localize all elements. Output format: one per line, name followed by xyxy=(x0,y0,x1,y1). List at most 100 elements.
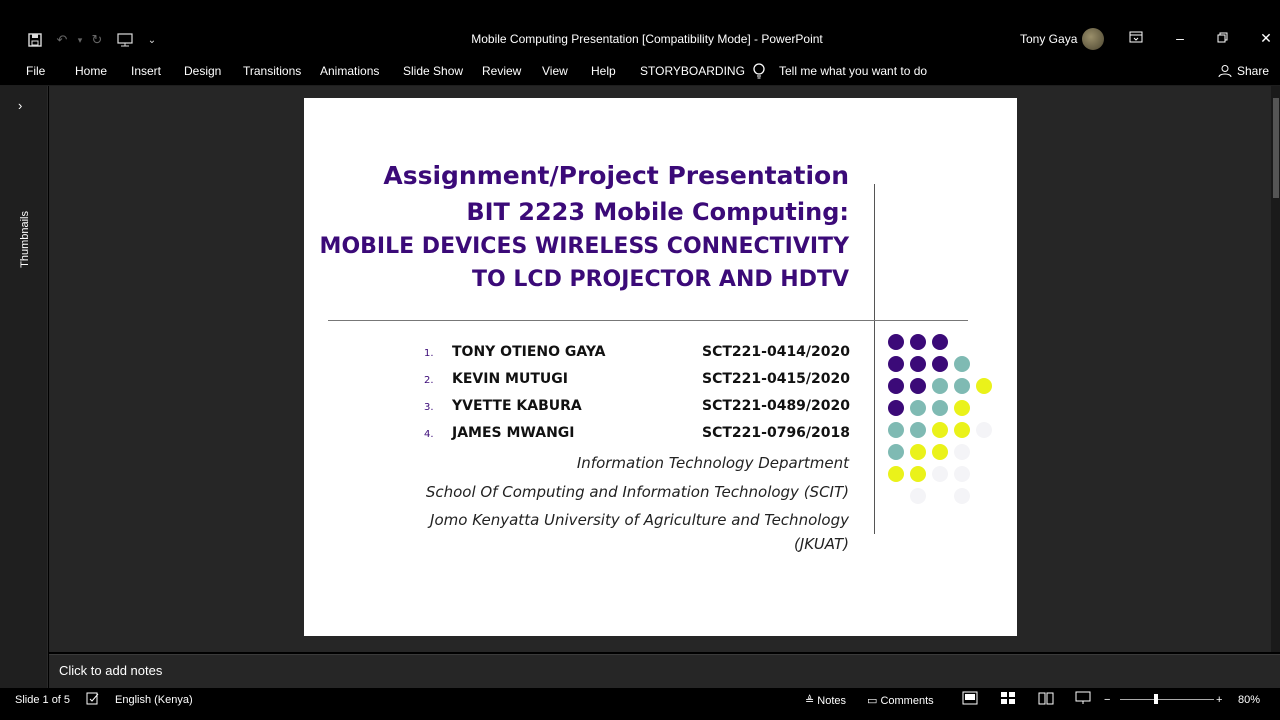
title-line-4: TO LCD PROJECTOR AND HDTV xyxy=(472,267,849,292)
tell-me-search[interactable]: Tell me what you want to do xyxy=(779,64,927,78)
slide-sorter-icon[interactable] xyxy=(1000,691,1016,708)
dot xyxy=(910,378,926,394)
zoom-in-icon[interactable]: + xyxy=(1216,694,1222,706)
dot xyxy=(932,356,948,372)
vertical-scrollbar[interactable] xyxy=(1271,86,1280,652)
tab-review[interactable]: Review xyxy=(482,64,521,78)
tab-transitions[interactable]: Transitions xyxy=(243,64,301,78)
slide-title[interactable]: Assignment/Project Presentation BIT 2223… xyxy=(320,158,849,296)
person-icon xyxy=(1218,65,1232,78)
member-row: 1. TONY OTIENO GAYA SCT221-0414/2020 xyxy=(424,344,850,368)
dot xyxy=(954,466,970,482)
language-indicator[interactable]: English (Kenya) xyxy=(115,694,193,706)
thumbnails-pane[interactable]: › Thumbnails xyxy=(0,86,48,688)
notes-icon: ≜ xyxy=(805,695,818,707)
ribbon-tabs: File Home Insert Design Transitions Anim… xyxy=(0,56,1280,86)
dot xyxy=(888,422,904,438)
comments-toggle[interactable]: ▭ Comments xyxy=(867,694,934,707)
notes-placeholder[interactable]: Click to add notes xyxy=(59,663,162,678)
member-row: 4. JAMES MWANGI SCT221-0796/2018 xyxy=(424,425,850,449)
notes-label: Notes xyxy=(817,695,847,707)
dot xyxy=(888,378,904,394)
dot xyxy=(976,422,992,438)
ribbon-display-icon[interactable] xyxy=(1126,30,1146,46)
chevron-right-icon[interactable]: › xyxy=(18,98,22,113)
tab-storyboarding[interactable]: STORYBOARDING xyxy=(640,64,745,78)
member-name: YVETTE KABURA xyxy=(452,398,582,414)
dot xyxy=(910,488,926,504)
school-text: School Of Computing and Information Tech… xyxy=(425,483,849,501)
member-name: TONY OTIENO GAYA xyxy=(452,344,606,360)
tab-design[interactable]: Design xyxy=(184,64,221,78)
share-button[interactable]: Share xyxy=(1218,64,1269,78)
dot xyxy=(932,466,948,482)
minimize-icon[interactable]: – xyxy=(1170,30,1190,46)
dot xyxy=(954,400,970,416)
normal-view-icon[interactable] xyxy=(962,691,978,708)
department-text: Information Technology Department xyxy=(576,454,849,472)
zoom-slider-thumb[interactable] xyxy=(1154,694,1158,704)
tab-view[interactable]: View xyxy=(542,64,568,78)
tab-slide-show[interactable]: Slide Show xyxy=(403,64,463,78)
dot xyxy=(954,378,970,394)
reading-view-icon[interactable] xyxy=(1038,691,1054,708)
dot xyxy=(888,444,904,460)
zoom-slider[interactable] xyxy=(1120,699,1214,700)
tab-file[interactable]: File xyxy=(26,64,45,78)
slide-canvas[interactable]: Assignment/Project Presentation BIT 2223… xyxy=(304,98,1017,636)
tab-animations[interactable]: Animations xyxy=(320,64,379,78)
comments-label: Comments xyxy=(880,695,934,707)
university-abbrev: (JKUAT) xyxy=(793,535,849,553)
member-number: 4. xyxy=(424,429,434,440)
tab-home[interactable]: Home xyxy=(75,64,107,78)
horizontal-divider xyxy=(328,320,968,321)
user-name[interactable]: Tony Gaya xyxy=(1020,32,1077,46)
member-name: JAMES MWANGI xyxy=(452,425,575,441)
zoom-level[interactable]: 80% xyxy=(1238,694,1260,706)
member-id: SCT221-0414/2020 xyxy=(702,344,850,360)
zoom-out-icon[interactable]: − xyxy=(1104,694,1110,706)
spellcheck-icon[interactable] xyxy=(86,692,100,708)
title-line-2: BIT 2223 Mobile Computing: xyxy=(466,198,849,226)
member-id: SCT221-0415/2020 xyxy=(702,371,850,387)
slide-counter: Slide 1 of 5 xyxy=(15,694,71,706)
member-id: SCT221-0489/2020 xyxy=(702,398,850,414)
dot xyxy=(954,356,970,372)
dot xyxy=(888,334,904,350)
dot xyxy=(910,444,926,460)
dot xyxy=(888,356,904,372)
dot xyxy=(976,378,992,394)
tab-insert[interactable]: Insert xyxy=(131,64,161,78)
member-number: 3. xyxy=(424,402,434,413)
title-line-1: Assignment/Project Presentation xyxy=(383,161,849,190)
thumbnails-label: Thumbnails xyxy=(19,211,31,268)
close-icon[interactable]: ✕ xyxy=(1256,30,1276,47)
slideshow-icon[interactable] xyxy=(1075,691,1091,708)
vertical-divider xyxy=(874,184,875,534)
status-bar: Slide 1 of 5 English (Kenya) ≜ Notes ▭ C… xyxy=(0,688,1280,720)
dot xyxy=(932,334,948,350)
tab-help[interactable]: Help xyxy=(591,64,616,78)
member-name: KEVIN MUTUGI xyxy=(452,371,568,387)
dot xyxy=(932,378,948,394)
dot xyxy=(888,466,904,482)
lightbulb-icon xyxy=(753,63,765,79)
dot xyxy=(932,422,948,438)
share-label: Share xyxy=(1237,64,1270,78)
notes-toggle[interactable]: ≜ Notes xyxy=(805,694,846,707)
dot xyxy=(932,400,948,416)
dot xyxy=(910,422,926,438)
restore-icon[interactable] xyxy=(1212,30,1232,46)
dot xyxy=(910,400,926,416)
university-text: Jomo Kenyatta University of Agriculture … xyxy=(430,511,849,529)
dot xyxy=(910,334,926,350)
avatar[interactable] xyxy=(1082,28,1104,50)
dot xyxy=(932,444,948,460)
scrollbar-thumb[interactable] xyxy=(1273,98,1279,198)
notes-pane[interactable]: Click to add notes xyxy=(49,654,1280,688)
dot xyxy=(954,488,970,504)
dot xyxy=(954,422,970,438)
member-row: 3. YVETTE KABURA SCT221-0489/2020 xyxy=(424,398,850,422)
member-number: 2. xyxy=(424,375,434,386)
member-row: 2. KEVIN MUTUGI SCT221-0415/2020 xyxy=(424,371,850,395)
